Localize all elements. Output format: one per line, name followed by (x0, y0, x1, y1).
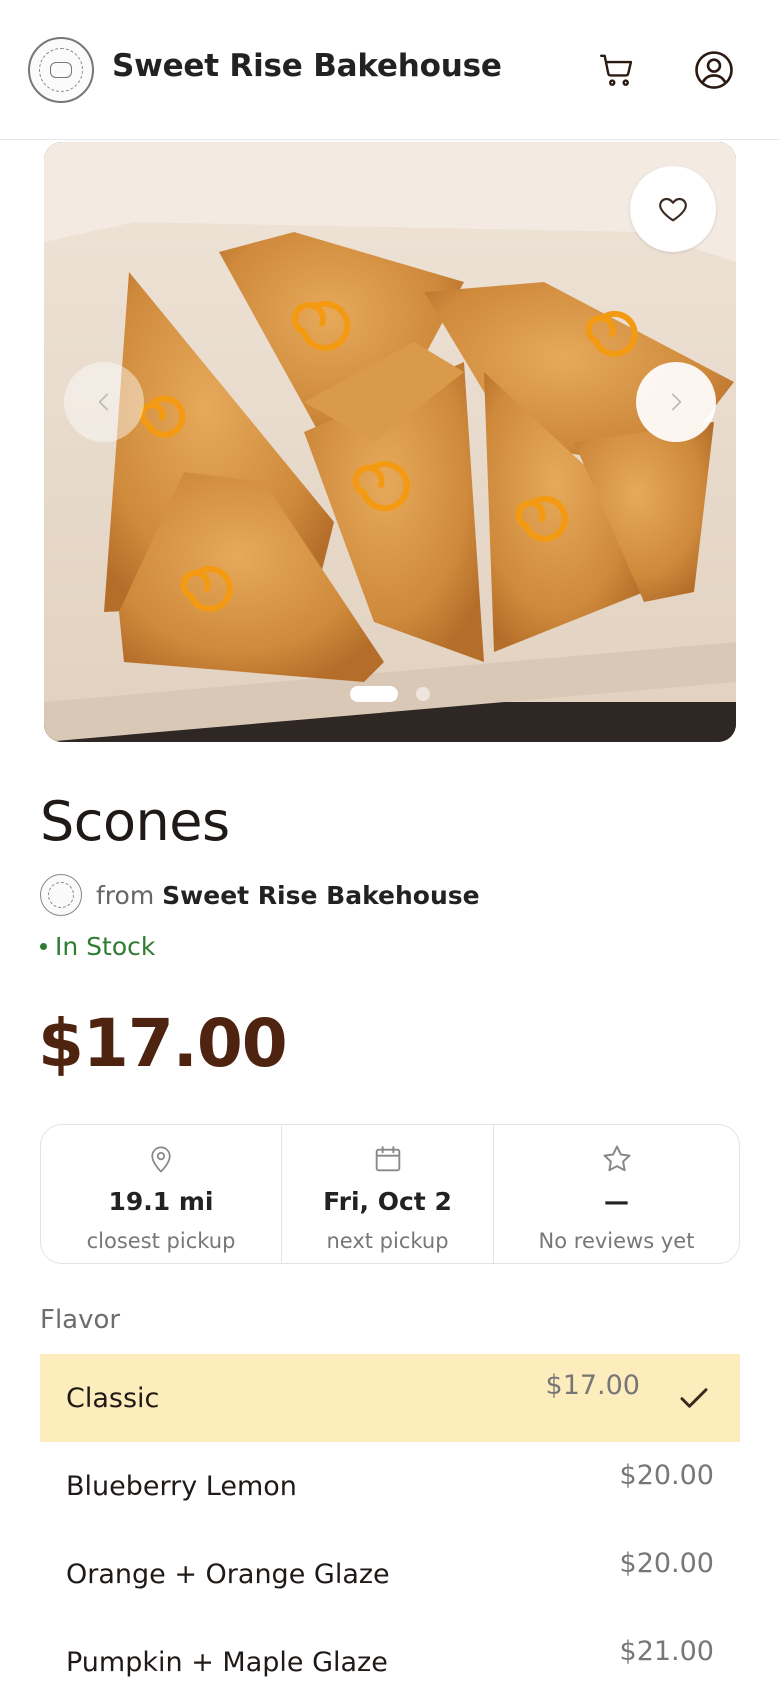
flavor-name: Pumpkin + Maple Glaze (66, 1646, 388, 1678)
heart-icon (659, 197, 687, 222)
cart-icon (599, 54, 633, 86)
stat-value: Fri, Oct 2 (323, 1187, 452, 1216)
stat-value: — (604, 1187, 629, 1216)
stat-label: No reviews yet (538, 1229, 695, 1253)
cart-button[interactable] (592, 46, 642, 94)
previous-image-button[interactable] (64, 362, 144, 442)
stat-label: next pickup (326, 1229, 449, 1253)
app-header: Sweet Rise Bakehouse (0, 0, 780, 140)
flavor-option-pumpkin-maple[interactable]: Pumpkin + Maple Glaze $21.00 (40, 1618, 740, 1688)
stat-reviews[interactable]: — No reviews yet (493, 1125, 739, 1263)
seller-name-link[interactable]: Sweet Rise Bakehouse (162, 881, 479, 910)
stock-status-text: In Stock (55, 932, 156, 961)
flavor-price: $20.00 (619, 1548, 714, 1579)
flavor-price: $20.00 (619, 1460, 714, 1491)
checkmark-icon (680, 1388, 708, 1408)
stock-status: In Stock (40, 932, 155, 961)
flavor-name: Blueberry Lemon (66, 1470, 297, 1502)
product-title: Scones (40, 790, 230, 853)
flavor-option-classic[interactable]: Classic $17.00 (40, 1354, 740, 1442)
flavor-name: Orange + Orange Glaze (66, 1558, 390, 1590)
stock-dot-icon (40, 943, 47, 950)
flavor-price: $17.00 (545, 1370, 640, 1401)
star-icon (603, 1145, 630, 1172)
stat-closest-pickup: 19.1 mi closest pickup (41, 1125, 281, 1263)
product-stats-card: 19.1 mi closest pickup Fri, Oct 2 next p… (40, 1124, 740, 1264)
calendar-icon (375, 1146, 400, 1172)
seller-logo-icon (40, 874, 82, 916)
chevron-right-icon (671, 393, 682, 411)
flavor-price: $21.00 (619, 1636, 714, 1667)
stat-label: closest pickup (86, 1229, 236, 1253)
map-pin-icon (151, 1146, 171, 1173)
flavor-option-orange-glaze[interactable]: Orange + Orange Glaze $20.00 (40, 1530, 740, 1618)
user-circle-icon (695, 51, 733, 89)
carousel-dot-active[interactable] (350, 686, 398, 702)
stat-value: 19.1 mi (108, 1187, 214, 1216)
carousel-indicator (44, 686, 736, 702)
flavor-options: Classic $17.00 Blueberry Lemon $20.00 Or… (40, 1354, 740, 1688)
favorite-button[interactable] (630, 166, 716, 252)
product-photo (44, 142, 736, 742)
seller-row[interactable]: from Sweet Rise Bakehouse (40, 874, 480, 916)
flavor-option-blueberry-lemon[interactable]: Blueberry Lemon $20.00 (40, 1442, 740, 1530)
carousel-dot[interactable] (416, 687, 430, 701)
flavor-label: Flavor (40, 1305, 121, 1335)
next-image-button[interactable] (636, 362, 716, 442)
stat-next-pickup[interactable]: Fri, Oct 2 next pickup (281, 1125, 493, 1263)
seller-from-label: from (96, 880, 155, 910)
chevron-left-icon (98, 393, 109, 411)
account-button[interactable] (690, 46, 738, 94)
brand-name[interactable]: Sweet Rise Bakehouse (112, 48, 502, 84)
bakery-seal-icon[interactable] (28, 37, 94, 103)
flavor-name: Classic (66, 1382, 160, 1414)
product-price: $17.00 (38, 1005, 288, 1082)
product-image-carousel[interactable] (44, 142, 736, 742)
